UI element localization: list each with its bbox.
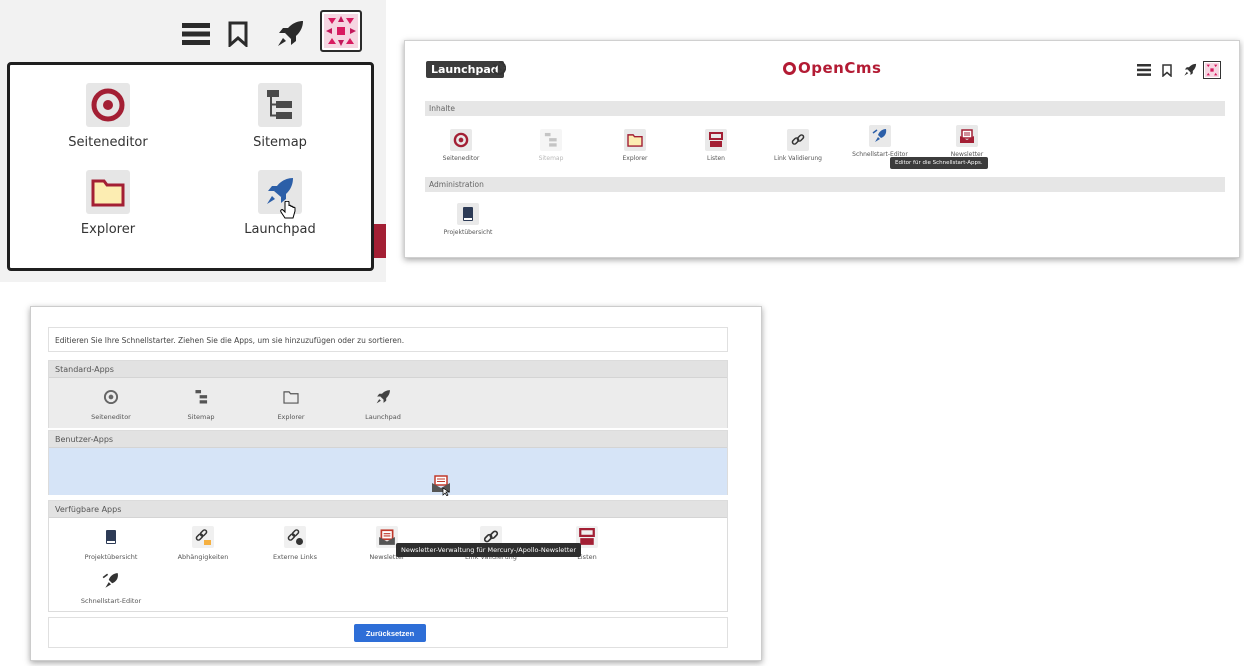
hamburger-icon[interactable] xyxy=(1135,61,1153,79)
newsletter-icon xyxy=(376,526,398,548)
user-avatar[interactable] xyxy=(320,10,362,52)
user-apps-drop-zone[interactable] xyxy=(49,448,727,497)
app-label: Externe Links xyxy=(273,553,317,561)
dropdown-item-seiteneditor[interactable]: Seiteneditor xyxy=(28,83,188,150)
app-label: Abhängigkeiten xyxy=(177,553,229,561)
launchpad-app-schnellstart-editor[interactable]: Schnellstart-Editor xyxy=(845,125,915,158)
standard-apps-list: Seiteneditor Sitemap Explorer Launchpad xyxy=(49,378,727,428)
launchpad-app-seiteneditor[interactable]: Seiteneditor xyxy=(426,129,496,162)
editor-intro-text: Editieren Sie Ihre Schnellstarter. Ziehe… xyxy=(48,327,728,352)
standard-app-sitemap[interactable]: Sitemap xyxy=(153,386,249,421)
quick-launch-editor-window: Editieren Sie Ihre Schnellstarter. Ziehe… xyxy=(30,306,762,661)
available-app-abhaengigkeiten[interactable]: Abhängigkeiten xyxy=(155,526,251,561)
dropdown-item-label: Explorer xyxy=(80,222,136,237)
history-icon[interactable] xyxy=(492,60,507,79)
app-label: Launchpad xyxy=(365,413,401,421)
sitemap-icon xyxy=(190,386,212,408)
dropdown-item-label: Seiteneditor xyxy=(68,135,148,150)
available-app-projektuebersicht[interactable]: Projektübersicht xyxy=(63,526,159,561)
app-label: Seiteneditor xyxy=(91,413,131,421)
launchpad-app-listen[interactable]: Listen xyxy=(681,129,751,162)
reset-button[interactable]: Zurücksetzen xyxy=(354,624,426,642)
bookmark-icon[interactable] xyxy=(1158,61,1176,79)
launchpad-app-explorer[interactable]: Explorer xyxy=(600,129,670,162)
app-label: Projektübersicht xyxy=(84,553,138,561)
project-book-icon xyxy=(457,203,479,225)
hamburger-icon[interactable] xyxy=(176,14,216,54)
launchpad-window: Launchpad OpenCms Inhalte Seiteneditor S… xyxy=(404,40,1240,258)
dropdown-item-label: Sitemap xyxy=(253,135,307,150)
app-label: Sitemap xyxy=(538,155,564,162)
user-apps-group: Benutzer-Apps xyxy=(48,430,728,497)
group-header: Standard-Apps xyxy=(49,361,727,378)
reset-bar: Zurücksetzen xyxy=(48,617,728,648)
app-label: Link Validierung xyxy=(774,155,822,162)
background-accent xyxy=(372,224,386,258)
dependencies-icon xyxy=(192,526,214,548)
group-header: Verfügbare Apps xyxy=(49,501,727,518)
dragged-newsletter-icon[interactable] xyxy=(431,474,451,500)
available-apps-list: Projektübersicht Abhängigkeiten Externe … xyxy=(49,518,727,612)
standard-apps-group: Standard-Apps Seiteneditor Sitemap Explo… xyxy=(48,360,728,428)
app-label: Sitemap xyxy=(187,413,215,421)
available-app-schnellstart-editor[interactable]: Schnellstart-Editor xyxy=(63,570,159,605)
lists-icon xyxy=(705,129,727,151)
group-header: Benutzer-Apps xyxy=(49,431,727,448)
launchpad-app-sitemap[interactable]: Sitemap xyxy=(516,129,586,162)
page-editor-icon xyxy=(100,386,122,408)
available-app-externe-links[interactable]: Externe Links xyxy=(247,526,343,561)
standard-app-launchpad[interactable]: Launchpad xyxy=(335,386,431,421)
hand-cursor-icon xyxy=(280,200,296,225)
launchpad-app-newsletter[interactable]: Newsletter xyxy=(932,125,1002,158)
quick-launch-editor-icon xyxy=(869,125,891,147)
app-label: Projektübersicht xyxy=(443,229,493,236)
bookmark-icon[interactable] xyxy=(218,14,258,54)
quick-launch-dropdown: Seiteneditor Sitemap Explorer Launchpad xyxy=(7,62,374,271)
section-header-content: Inhalte xyxy=(425,101,1225,116)
link-icon xyxy=(787,129,809,151)
section-header-administration: Administration xyxy=(425,177,1225,192)
launchpad-app-link-validierung[interactable]: Link Validierung xyxy=(763,129,833,162)
standard-app-seiteneditor[interactable]: Seiteneditor xyxy=(63,386,159,421)
app-label: Schnellstart-Editor xyxy=(80,597,142,605)
app-label: Explorer xyxy=(622,155,648,162)
opencms-logo: OpenCms xyxy=(783,59,881,77)
external-links-icon xyxy=(284,526,306,548)
sitemap-icon xyxy=(540,129,562,151)
launchpad-app-projektuebersicht[interactable]: Projektübersicht xyxy=(433,203,503,236)
folder-icon xyxy=(624,129,646,151)
app-label: Seiteneditor xyxy=(442,155,480,162)
page-editor-icon xyxy=(450,129,472,151)
dropdown-item-sitemap[interactable]: Sitemap xyxy=(200,83,360,150)
app-label: Explorer xyxy=(277,413,305,421)
app-label: Listen xyxy=(707,155,725,162)
toolbar-dropdown-panel: Seiteneditor Sitemap Explorer Launchpad xyxy=(0,0,386,282)
newsletter-icon xyxy=(956,125,978,147)
rocket-icon[interactable] xyxy=(270,14,310,54)
user-avatar[interactable] xyxy=(1203,61,1221,79)
page-editor-icon xyxy=(86,83,130,127)
tooltip: Newsletter-Verwaltung für Mercury-/Apoll… xyxy=(396,543,582,557)
available-apps-group: Verfügbare Apps Projektübersicht Abhängi… xyxy=(48,500,728,612)
sitemap-icon xyxy=(258,83,302,127)
standard-app-explorer[interactable]: Explorer xyxy=(243,386,339,421)
top-toolbar xyxy=(0,0,386,62)
rocket-icon xyxy=(372,386,394,408)
project-book-icon xyxy=(100,526,122,548)
quick-launch-editor-icon xyxy=(100,570,122,592)
tooltip: Editor für die Schnellstart-Apps. xyxy=(890,157,988,169)
folder-icon xyxy=(280,386,302,408)
rocket-icon[interactable] xyxy=(1181,61,1199,79)
folder-icon xyxy=(86,170,130,214)
dropdown-item-explorer[interactable]: Explorer xyxy=(28,170,188,237)
